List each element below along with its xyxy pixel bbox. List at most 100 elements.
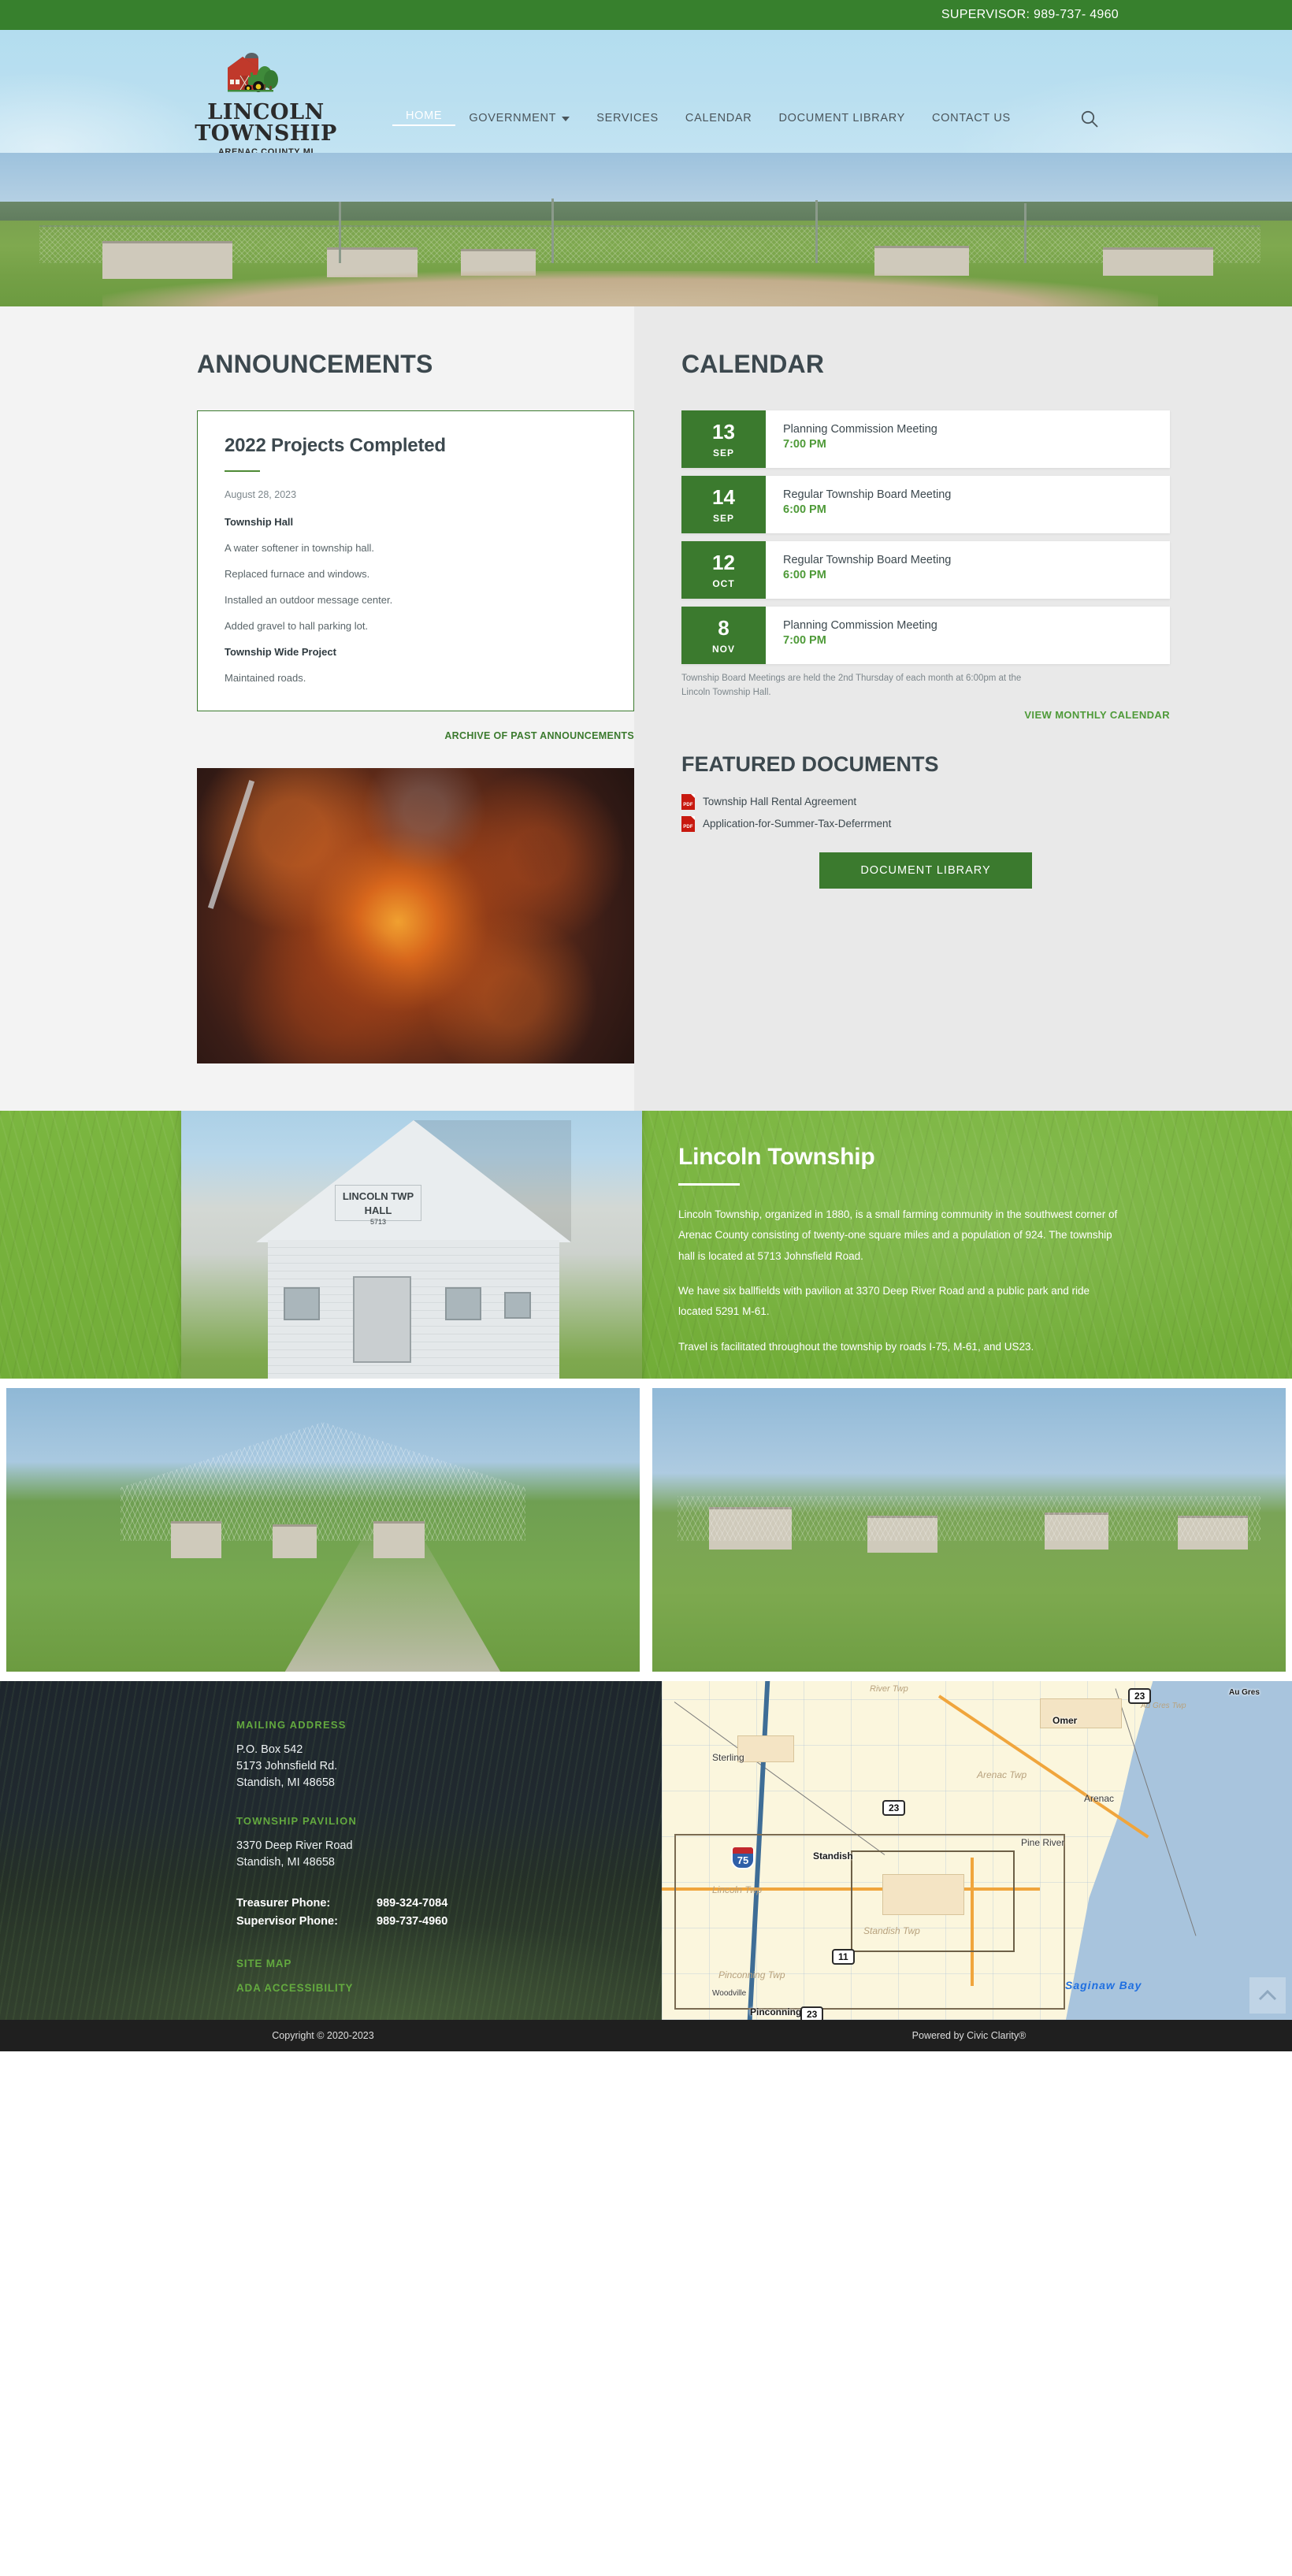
autumn-leaves-photo [197, 768, 634, 1063]
ada-accessibility-link[interactable]: ADA ACCESSIBILITY [236, 1982, 662, 1994]
chevron-up-icon[interactable] [1249, 1977, 1286, 2014]
calendar-event-day: 14 [712, 485, 735, 509]
mailing-address-body: P.O. Box 542 5173 Johnsfield Rd. Standis… [236, 1743, 338, 1790]
calendar-event-date: 12 OCT [681, 541, 766, 599]
hall-sign-line-2: 5713 [369, 1218, 387, 1227]
photo-gallery-strip [0, 1379, 1292, 1681]
interstate-75-shield-icon: 75 [731, 1847, 755, 1869]
hall-sign-line-1: LINCOLN TWP HALL [342, 1190, 414, 1216]
site-map-link[interactable]: SITE MAP [236, 1958, 662, 1969]
announcement-subheading-2: Township Wide Project [225, 646, 336, 658]
main-navigation: HOME GOVERNMENT SERVICES CALENDAR DOCUME… [392, 109, 1024, 126]
nav-item-government[interactable]: GOVERNMENT [455, 112, 583, 124]
pavilion-photo [6, 1388, 640, 1672]
nav-item-home[interactable]: HOME [392, 109, 456, 126]
map-label-pinconning: Pinconning [750, 2006, 802, 2017]
calendar-event-month: SEP [712, 447, 734, 458]
nav-item-services[interactable]: SERVICES [583, 112, 672, 124]
map-label-standish: Standish [813, 1850, 853, 1861]
calendar-event-day: 12 [712, 551, 735, 574]
calendar-event-title: Regular Township Board Meeting [783, 554, 952, 566]
calendar-column: CALENDAR 13 SEP Planning Commission Meet… [634, 306, 1292, 1111]
calendar-event-time: 7:00 PM [783, 634, 826, 647]
logo-subtitle: ARENAC COUNTY MI [217, 147, 314, 153]
map-label-au-gres: Au Gres [1229, 1687, 1260, 1697]
about-paragraph: We have six ballfields with pavilion at … [678, 1284, 1090, 1318]
calendar-event-row[interactable]: 8 NOV Planning Commission Meeting 7:00 P… [681, 607, 1170, 664]
calendar-event-row[interactable]: 12 OCT Regular Township Board Meeting 6:… [681, 541, 1170, 599]
map-label-standish-twp: Standish Twp [863, 1925, 920, 1936]
township-pavilion-heading: TOWNSHIP PAVILION [236, 1815, 358, 1828]
announcement-divider [225, 470, 260, 472]
announcement-archive-row: ARCHIVE OF PAST ANNOUNCEMENTS [197, 729, 634, 743]
supervisor-phone-text: SUPERVISOR: 989-737- 4960 [941, 8, 1119, 21]
route-23-shield-icon-3: 23 [800, 2006, 824, 2020]
map-label-saginaw-bay: Saginaw Bay [1065, 1979, 1142, 1992]
nav-item-calendar[interactable]: CALENDAR [672, 112, 766, 124]
calendar-event-title: Planning Commission Meeting [783, 423, 937, 436]
ballfield-photo [652, 1388, 1286, 1672]
map-label-woodville: Woodville [712, 1989, 747, 1999]
logo-line-1: LINCOLN [207, 100, 325, 124]
announcement-title: 2022 Projects Completed [225, 435, 446, 456]
calendar-event-date: 8 NOV [681, 607, 766, 664]
calendar-event-date: 13 SEP [681, 410, 766, 468]
nav-item-contact-us[interactable]: CONTACT US [919, 112, 1024, 124]
archive-of-past-announcements-link[interactable]: ARCHIVE OF PAST ANNOUNCEMENTS [444, 730, 634, 741]
calendar-event-time: 6:00 PM [783, 503, 826, 516]
pdf-icon: PDF [681, 815, 695, 832]
document-list-item[interactable]: PDF Application-for-Summer-Tax-Deferrmen… [681, 815, 1170, 832]
calendar-event-list: 13 SEP Planning Commission Meeting 7:00 … [681, 410, 1170, 700]
powered-by-text: Powered by Civic Clarity® [911, 2030, 1027, 2041]
map-label-arenac-twp: Arenac Twp [977, 1769, 1027, 1780]
about-paragraph: Lincoln Township, organized in 1880, is … [678, 1208, 1118, 1262]
about-divider [678, 1183, 740, 1186]
copyright-bar: Copyright © 2020-2023 Powered by Civic C… [0, 2020, 1292, 2051]
map-label-lincoln-twp: Lincoln Twp [712, 1884, 763, 1895]
copyright-text: Copyright © 2020-2023 [272, 2030, 374, 2041]
view-monthly-calendar-link[interactable]: VIEW MONTHLY CALENDAR [1024, 709, 1170, 721]
township-hall-photo-wrap: LINCOLN TWP HALL 5713 [181, 1111, 642, 1379]
about-title: Lincoln Township [678, 1144, 875, 1170]
footer-map-panel[interactable]: Sterling Omer Arenac Pine River Standish… [662, 1681, 1292, 2020]
hero-ballfield-image [0, 153, 1292, 306]
document-library-button[interactable]: DOCUMENT LIBRARY [819, 852, 1032, 889]
page-root: SUPERVISOR: 989-737- 4960 LINCOLN TOWNSH… [0, 0, 1292, 2051]
supervisor-phone-value: 989-737-4960 [377, 1915, 448, 1928]
announcement-subheading-1: Township Hall [225, 516, 294, 528]
announcement-line: A water softener in township hall. [225, 542, 375, 554]
site-logo[interactable]: LINCOLN TOWNSHIP ARENAC COUNTY MI [177, 47, 355, 153]
announcements-column: ANNOUNCEMENTS 2022 Projects Completed Au… [0, 306, 634, 1111]
top-contact-bar: SUPERVISOR: 989-737- 4960 [0, 0, 1292, 30]
document-list-item[interactable]: PDF Township Hall Rental Agreement [681, 793, 1170, 810]
map-label-pine-river: Pine River [1021, 1836, 1065, 1848]
announcement-line: Added gravel to hall parking lot. [225, 620, 369, 632]
township-hall-photo: LINCOLN TWP HALL 5713 [181, 1111, 642, 1379]
pdf-icon: PDF [681, 793, 695, 810]
calendar-event-date: 14 SEP [681, 476, 766, 533]
route-23-shield-icon: 23 [882, 1799, 906, 1816]
hall-sign: LINCOLN TWP HALL 5713 [335, 1185, 421, 1226]
route-23-shield-icon-2: 23 [1128, 1687, 1152, 1704]
calendar-event-row[interactable]: 14 SEP Regular Township Board Meeting 6:… [681, 476, 1170, 533]
announcement-date: August 28, 2023 [225, 489, 297, 500]
township-pavilion-body: 3370 Deep River Road Standish, MI 48658 [236, 1839, 353, 1869]
map-label-omer: Omer [1053, 1715, 1078, 1726]
calendar-event-time: 6:00 PM [783, 569, 826, 581]
calendar-event-day: 13 [712, 420, 735, 444]
announcement-line: Installed an outdoor message center. [225, 594, 393, 606]
location-map[interactable]: Sterling Omer Arenac Pine River Standish… [662, 1681, 1292, 2020]
footer-phones: Treasurer Phone: 989-324-7084 Supervisor … [236, 1895, 662, 1931]
search-icon[interactable] [1079, 109, 1100, 129]
featured-documents-heading: FEATURED DOCUMENTS [681, 752, 939, 776]
calendar-event-title: Planning Commission Meeting [783, 619, 937, 632]
calendar-heading: CALENDAR [681, 350, 825, 378]
supervisor-phone-label: Supervisor Phone: [236, 1915, 338, 1928]
map-label-arenac: Arenac [1084, 1792, 1115, 1804]
route-11-shield-icon: 11 [832, 1948, 855, 1965]
nav-item-document-library[interactable]: DOCUMENT LIBRARY [765, 112, 919, 124]
map-label-sterling: Sterling [712, 1752, 744, 1764]
site-footer: MAILING ADDRESS P.O. Box 542 5173 Johnsf… [0, 1681, 1292, 2020]
calendar-event-row[interactable]: 13 SEP Planning Commission Meeting 7:00 … [681, 410, 1170, 468]
calendar-event-month: SEP [712, 513, 734, 524]
